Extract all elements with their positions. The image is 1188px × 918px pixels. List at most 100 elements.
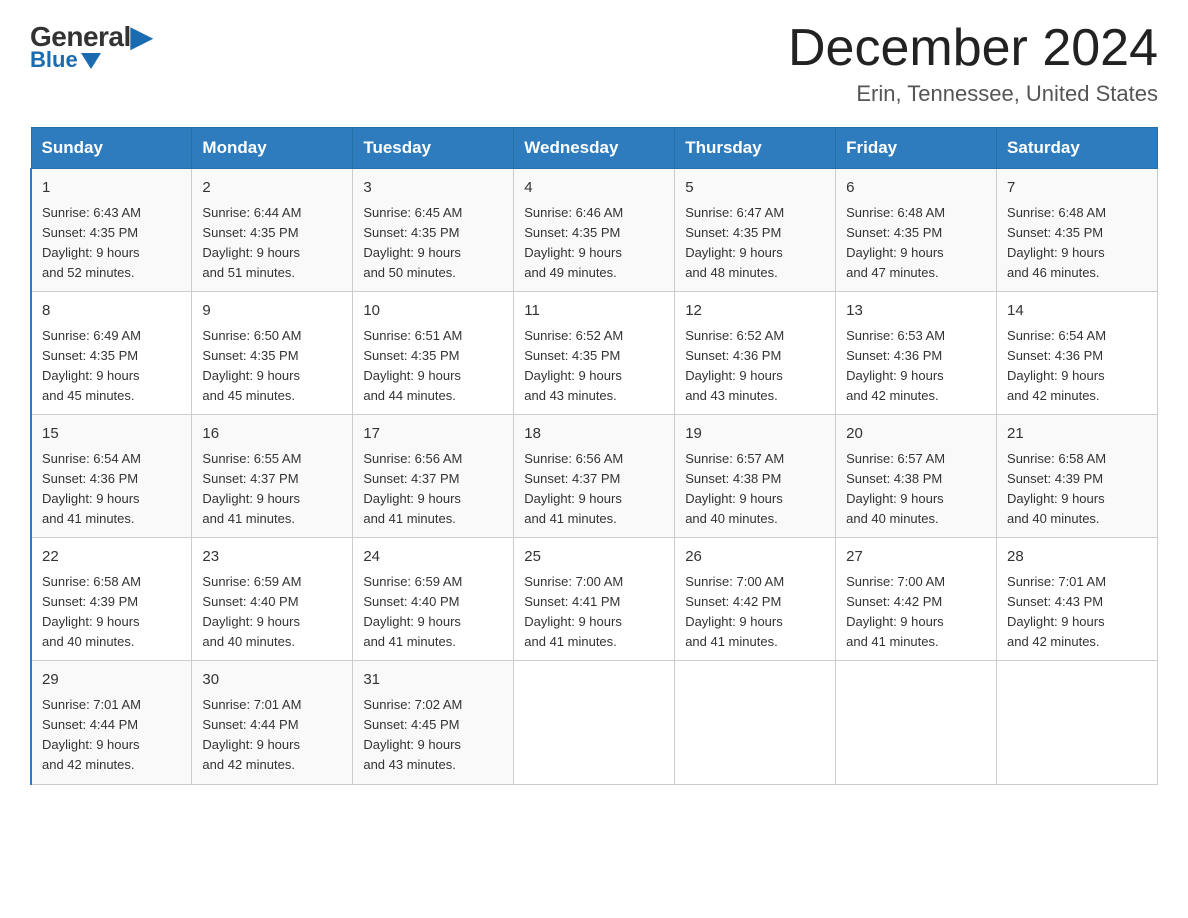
day-info: Sunrise: 6:53 AMSunset: 4:36 PMDaylight:… <box>846 326 986 407</box>
calendar-cell: 17 Sunrise: 6:56 AMSunset: 4:37 PMDayligh… <box>353 415 514 538</box>
day-info: Sunrise: 6:58 AMSunset: 4:39 PMDaylight:… <box>42 572 181 653</box>
day-info: Sunrise: 7:00 AMSunset: 4:41 PMDaylight:… <box>524 572 664 653</box>
logo-blue-text: Blue <box>30 47 101 73</box>
header-tuesday: Tuesday <box>353 128 514 169</box>
calendar-week-row: 15 Sunrise: 6:54 AMSunset: 4:36 PMDayligh… <box>31 415 1158 538</box>
calendar-cell: 10 Sunrise: 6:51 AMSunset: 4:35 PMDayligh… <box>353 292 514 415</box>
calendar-cell <box>675 661 836 784</box>
calendar-cell: 9 Sunrise: 6:50 AMSunset: 4:35 PMDaylight… <box>192 292 353 415</box>
day-number: 3 <box>363 177 503 200</box>
calendar-week-row: 1 Sunrise: 6:43 AMSunset: 4:35 PMDaylight… <box>31 169 1158 292</box>
weekday-header-row: Sunday Monday Tuesday Wednesday Thursday… <box>31 128 1158 169</box>
calendar-cell: 12 Sunrise: 6:52 AMSunset: 4:36 PMDayligh… <box>675 292 836 415</box>
calendar-cell: 26Sunrise: 7:00 AMSunset: 4:42 PMDayligh… <box>675 538 836 661</box>
day-number: 20 <box>846 423 986 446</box>
day-info: Sunrise: 6:49 AMSunset: 4:35 PMDaylight:… <box>42 326 181 407</box>
day-info: Sunrise: 6:47 AMSunset: 4:35 PMDaylight:… <box>685 203 825 284</box>
calendar-cell: 4 Sunrise: 6:46 AMSunset: 4:35 PMDaylight… <box>514 169 675 292</box>
day-number: 11 <box>524 300 664 323</box>
day-number: 13 <box>846 300 986 323</box>
day-info: Sunrise: 6:57 AMSunset: 4:38 PMDaylight:… <box>685 449 825 530</box>
day-number: 1 <box>42 177 181 200</box>
calendar-cell: 20Sunrise: 6:57 AMSunset: 4:38 PMDayligh… <box>836 415 997 538</box>
calendar-cell: 7Sunrise: 6:48 AMSunset: 4:35 PMDaylight… <box>997 169 1158 292</box>
calendar-subtitle: Erin, Tennessee, United States <box>788 81 1158 107</box>
day-number: 19 <box>685 423 825 446</box>
calendar-cell: 21 Sunrise: 6:58 AMSunset: 4:39 PMDayligh… <box>997 415 1158 538</box>
day-number: 14 <box>1007 300 1147 323</box>
calendar-cell: 22Sunrise: 6:58 AMSunset: 4:39 PMDayligh… <box>31 538 192 661</box>
calendar-cell: 16Sunrise: 6:55 AMSunset: 4:37 PMDayligh… <box>192 415 353 538</box>
calendar-cell <box>997 661 1158 784</box>
calendar-cell: 3Sunrise: 6:45 AMSunset: 4:35 PMDaylight… <box>353 169 514 292</box>
day-info: Sunrise: 6:56 AMSunset: 4:37 PMDaylight:… <box>363 449 503 530</box>
calendar-week-row: 8 Sunrise: 6:49 AMSunset: 4:35 PMDaylight… <box>31 292 1158 415</box>
day-number: 21 <box>1007 423 1147 446</box>
day-info: Sunrise: 7:02 AMSunset: 4:45 PMDaylight:… <box>363 695 503 776</box>
calendar-cell: 14 Sunrise: 6:54 AMSunset: 4:36 PMDayligh… <box>997 292 1158 415</box>
day-info: Sunrise: 7:01 AMSunset: 4:44 PMDaylight:… <box>202 695 342 776</box>
day-number: 23 <box>202 546 342 569</box>
calendar-cell: 11 Sunrise: 6:52 AMSunset: 4:35 PMDayligh… <box>514 292 675 415</box>
day-number: 2 <box>202 177 342 200</box>
day-info: Sunrise: 6:43 AMSunset: 4:35 PMDaylight:… <box>42 203 181 284</box>
day-info: Sunrise: 6:52 AMSunset: 4:35 PMDaylight:… <box>524 326 664 407</box>
calendar-cell: 19 Sunrise: 6:57 AMSunset: 4:38 PMDayligh… <box>675 415 836 538</box>
calendar-cell: 31 Sunrise: 7:02 AMSunset: 4:45 PMDayligh… <box>353 661 514 784</box>
page-header: General▶ Blue December 2024 Erin, Tennes… <box>30 20 1158 107</box>
header-monday: Monday <box>192 128 353 169</box>
day-number: 5 <box>685 177 825 200</box>
calendar-cell: 13 Sunrise: 6:53 AMSunset: 4:36 PMDayligh… <box>836 292 997 415</box>
day-number: 6 <box>846 177 986 200</box>
header-friday: Friday <box>836 128 997 169</box>
title-block: December 2024 Erin, Tennessee, United St… <box>788 20 1158 107</box>
header-saturday: Saturday <box>997 128 1158 169</box>
day-info: Sunrise: 6:59 AMSunset: 4:40 PMDaylight:… <box>363 572 503 653</box>
calendar-cell: 28Sunrise: 7:01 AMSunset: 4:43 PMDayligh… <box>997 538 1158 661</box>
day-number: 27 <box>846 546 986 569</box>
day-number: 18 <box>524 423 664 446</box>
logo: General▶ Blue <box>30 20 152 73</box>
day-info: Sunrise: 6:46 AMSunset: 4:35 PMDaylight:… <box>524 203 664 284</box>
calendar-week-row: 29 Sunrise: 7:01 AMSunset: 4:44 PMDayligh… <box>31 661 1158 784</box>
day-number: 17 <box>363 423 503 446</box>
day-info: Sunrise: 6:44 AMSunset: 4:35 PMDaylight:… <box>202 203 342 284</box>
calendar-cell <box>836 661 997 784</box>
day-number: 4 <box>524 177 664 200</box>
day-info: Sunrise: 6:54 AMSunset: 4:36 PMDaylight:… <box>42 449 181 530</box>
calendar-cell: 18 Sunrise: 6:56 AMSunset: 4:37 PMDayligh… <box>514 415 675 538</box>
calendar-cell: 29 Sunrise: 7:01 AMSunset: 4:44 PMDayligh… <box>31 661 192 784</box>
calendar-cell: 2 Sunrise: 6:44 AMSunset: 4:35 PMDaylight… <box>192 169 353 292</box>
day-info: Sunrise: 6:51 AMSunset: 4:35 PMDaylight:… <box>363 326 503 407</box>
calendar-cell: 23Sunrise: 6:59 AMSunset: 4:40 PMDayligh… <box>192 538 353 661</box>
day-info: Sunrise: 6:52 AMSunset: 4:36 PMDaylight:… <box>685 326 825 407</box>
day-number: 15 <box>42 423 181 446</box>
day-info: Sunrise: 6:54 AMSunset: 4:36 PMDaylight:… <box>1007 326 1147 407</box>
day-info: Sunrise: 7:00 AMSunset: 4:42 PMDaylight:… <box>685 572 825 653</box>
day-number: 25 <box>524 546 664 569</box>
day-info: Sunrise: 6:50 AMSunset: 4:35 PMDaylight:… <box>202 326 342 407</box>
calendar-cell: 30 Sunrise: 7:01 AMSunset: 4:44 PMDayligh… <box>192 661 353 784</box>
calendar-cell <box>514 661 675 784</box>
day-number: 8 <box>42 300 181 323</box>
day-number: 31 <box>363 669 503 692</box>
day-info: Sunrise: 6:58 AMSunset: 4:39 PMDaylight:… <box>1007 449 1147 530</box>
day-info: Sunrise: 7:01 AMSunset: 4:44 PMDaylight:… <box>42 695 181 776</box>
calendar-cell: 24 Sunrise: 6:59 AMSunset: 4:40 PMDayligh… <box>353 538 514 661</box>
day-number: 24 <box>363 546 503 569</box>
day-info: Sunrise: 6:56 AMSunset: 4:37 PMDaylight:… <box>524 449 664 530</box>
header-thursday: Thursday <box>675 128 836 169</box>
calendar-table: Sunday Monday Tuesday Wednesday Thursday… <box>30 127 1158 784</box>
day-info: Sunrise: 7:01 AMSunset: 4:43 PMDaylight:… <box>1007 572 1147 653</box>
day-number: 29 <box>42 669 181 692</box>
calendar-cell: 5 Sunrise: 6:47 AMSunset: 4:35 PMDaylight… <box>675 169 836 292</box>
header-wednesday: Wednesday <box>514 128 675 169</box>
day-info: Sunrise: 7:00 AMSunset: 4:42 PMDaylight:… <box>846 572 986 653</box>
day-number: 9 <box>202 300 342 323</box>
day-number: 10 <box>363 300 503 323</box>
day-number: 16 <box>202 423 342 446</box>
calendar-cell: 15 Sunrise: 6:54 AMSunset: 4:36 PMDayligh… <box>31 415 192 538</box>
day-number: 30 <box>202 669 342 692</box>
calendar-cell: 8 Sunrise: 6:49 AMSunset: 4:35 PMDaylight… <box>31 292 192 415</box>
day-number: 12 <box>685 300 825 323</box>
